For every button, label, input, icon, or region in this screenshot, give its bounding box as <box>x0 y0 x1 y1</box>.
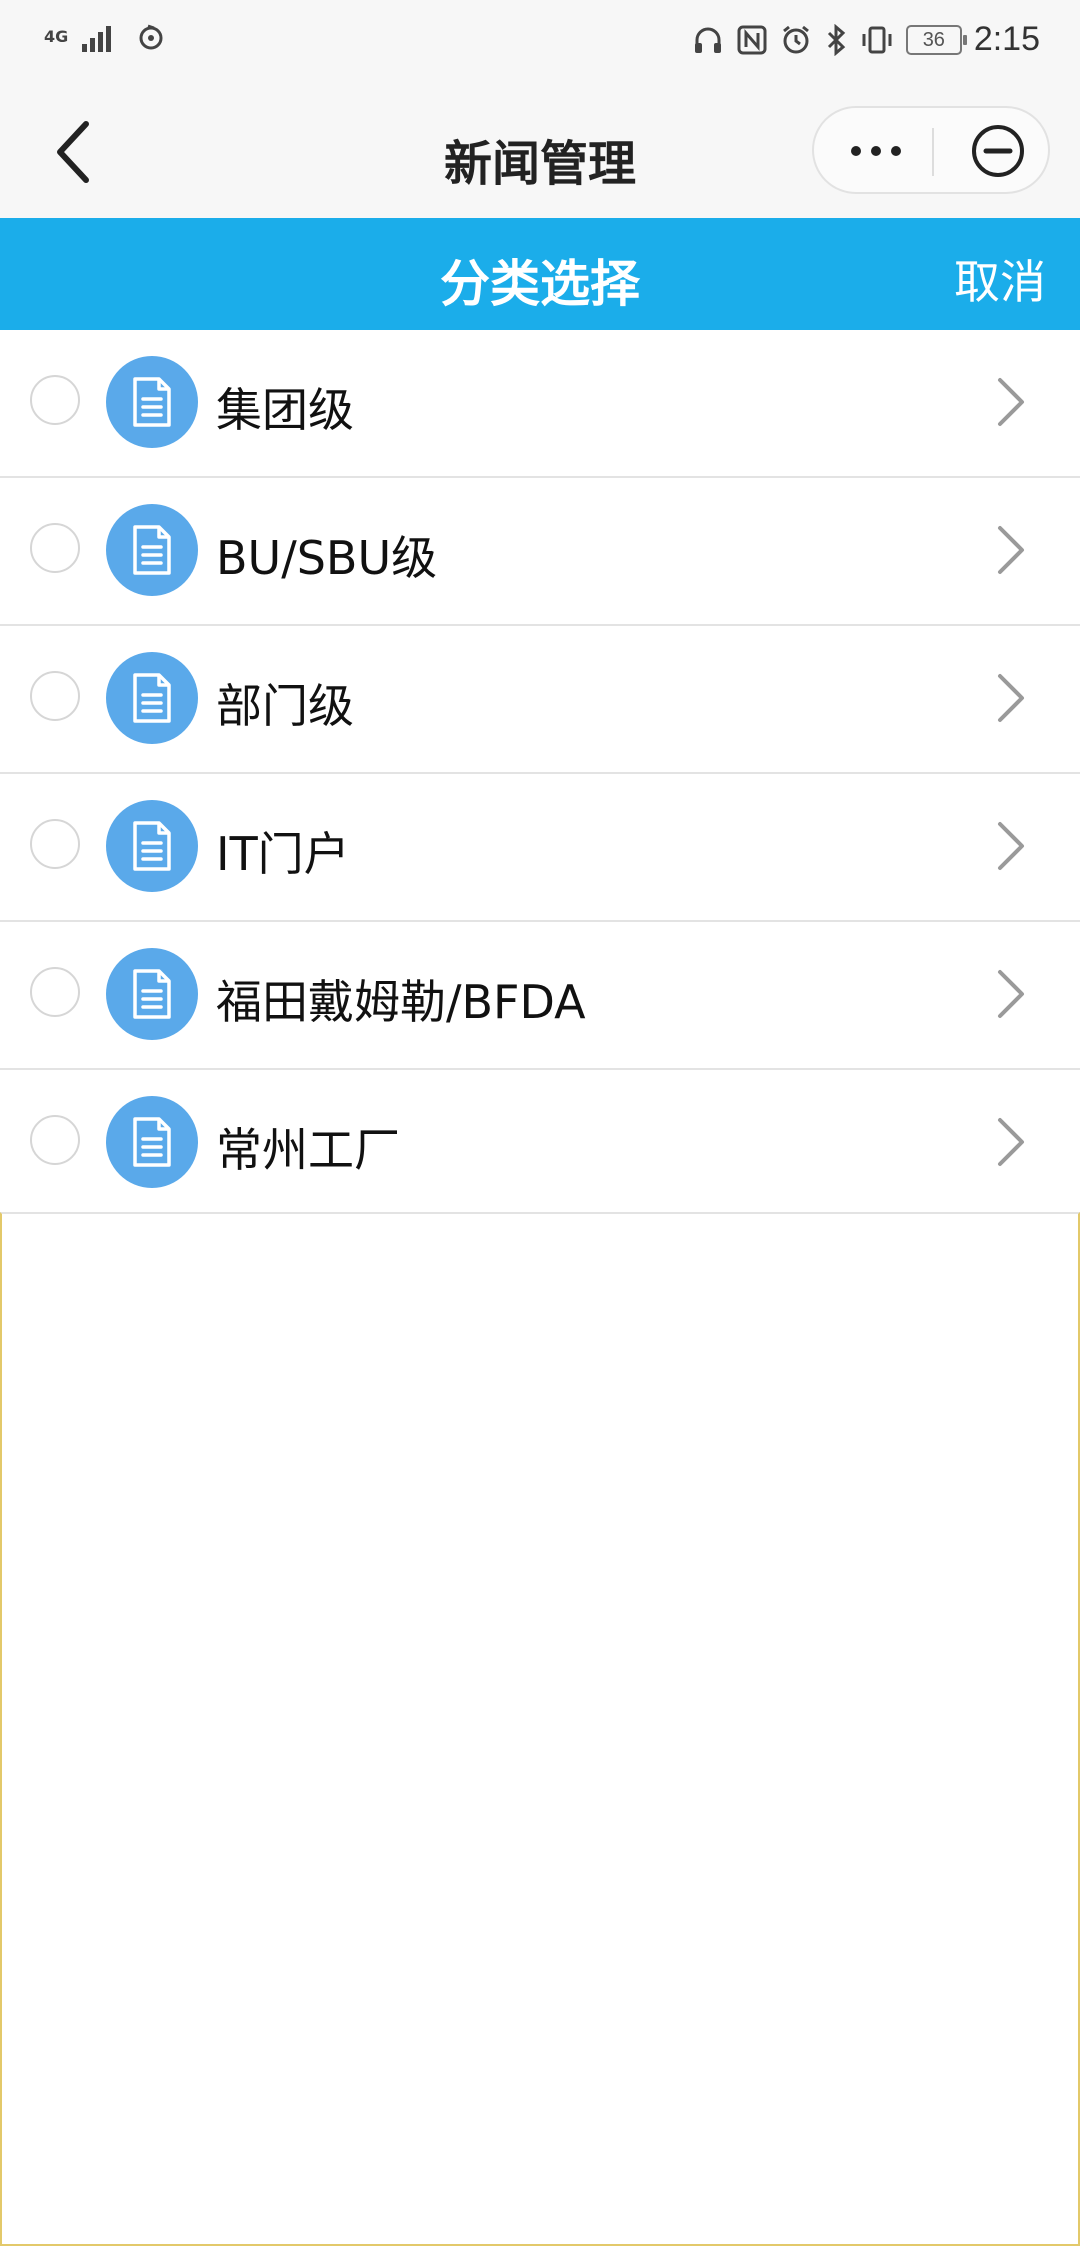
document-icon <box>106 948 198 1040</box>
radio-button[interactable] <box>30 819 80 869</box>
headphones-icon <box>694 27 721 53</box>
radio-button[interactable] <box>30 523 80 573</box>
network-type: 4G <box>44 27 69 46</box>
item-label: 部门级 <box>216 679 354 733</box>
item-label: 常州工厂 <box>216 1123 400 1177</box>
list-item[interactable]: 常州工厂 <box>0 1070 1080 1218</box>
vibrate-icon <box>862 26 892 53</box>
item-label: BU/SBU级 <box>216 531 438 585</box>
list-item[interactable]: 集团级 <box>0 330 1080 478</box>
mini-program-capsule <box>812 106 1050 194</box>
chevron-right-icon <box>998 822 1024 870</box>
document-icon <box>106 800 198 892</box>
status-left: 4G <box>44 22 166 52</box>
chevron-right-icon <box>998 970 1024 1018</box>
chevron-right-icon <box>998 674 1024 722</box>
alarm-icon <box>782 25 809 53</box>
nfc-icon <box>737 25 767 54</box>
radio-button[interactable] <box>30 967 80 1017</box>
nav-bar: 新闻管理 <box>0 86 1080 218</box>
document-icon <box>106 1096 198 1188</box>
item-label: 集团级 <box>216 383 354 437</box>
list-item[interactable]: IT门户 <box>0 774 1080 922</box>
more-button[interactable] <box>834 124 918 178</box>
category-list: 集团级 BU/SBU级 部门级 IT门户 福田戴姆勒/BFDA 常州工厂 <box>0 330 1080 1218</box>
list-item[interactable]: 福田戴姆勒/BFDA <box>0 922 1080 1070</box>
chevron-right-icon <box>998 378 1024 426</box>
category-header: 分类选择 取消 <box>0 218 1080 330</box>
document-icon <box>106 504 198 596</box>
header-title: 分类选择 <box>440 255 640 313</box>
empty-content-area <box>0 1212 1080 2246</box>
minus-circle-icon <box>972 125 1024 177</box>
document-icon <box>106 652 198 744</box>
status-bar: 4G 36 2:15 <box>0 0 1080 86</box>
item-label: 福田戴姆勒/BFDA <box>216 975 586 1029</box>
more-dots-icon <box>851 146 901 156</box>
status-right: 36 2:15 <box>692 20 1040 59</box>
bluetooth-icon <box>827 23 846 56</box>
battery-icon: 36 <box>905 24 967 55</box>
item-label: IT门户 <box>216 827 350 881</box>
chevron-right-icon <box>998 526 1024 574</box>
list-item[interactable]: BU/SBU级 <box>0 478 1080 626</box>
signal-icon <box>82 26 112 52</box>
chevron-right-icon <box>998 1118 1024 1166</box>
exit-button[interactable] <box>968 124 1028 178</box>
netease-icon <box>139 24 163 50</box>
list-item[interactable]: 部门级 <box>0 626 1080 774</box>
capsule-divider <box>932 128 934 176</box>
radio-button[interactable] <box>30 671 80 721</box>
cancel-button[interactable]: 取消 <box>954 246 1046 312</box>
radio-button[interactable] <box>30 375 80 425</box>
clock: 2:15 <box>973 20 1040 58</box>
radio-button[interactable] <box>30 1115 80 1165</box>
document-icon <box>106 356 198 448</box>
